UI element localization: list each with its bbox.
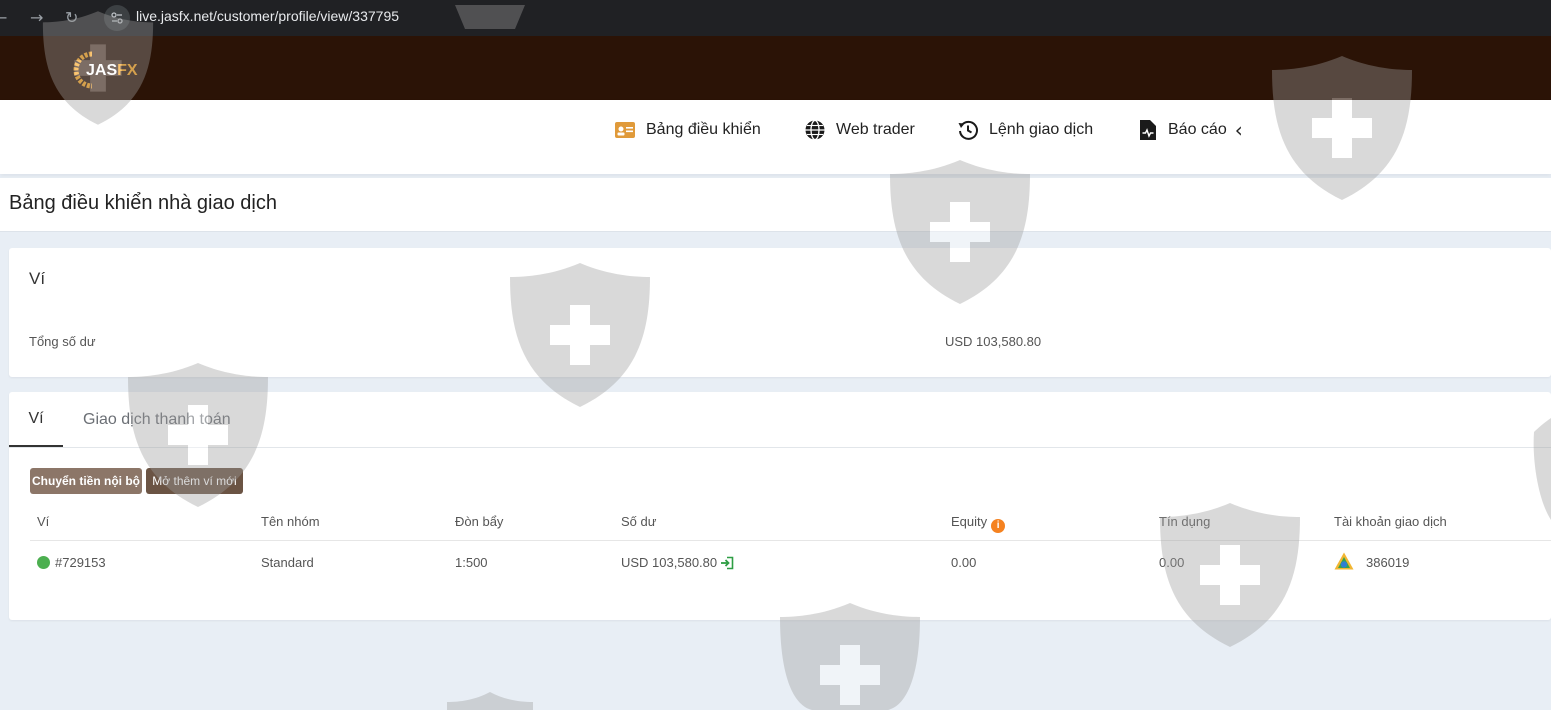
wallet-summary-card	[9, 248, 1551, 377]
internal-transfer-button[interactable]: Chuyển tiền nội bộ	[30, 468, 142, 494]
page-title: Bảng điều khiển nhà giao dịch	[9, 192, 277, 214]
table-header-divider	[30, 540, 1551, 541]
column-header-trading-account[interactable]: Tài khoản giao dịch	[1334, 514, 1447, 529]
table-cell-credit: 0.00	[1159, 555, 1185, 570]
nav-item-label: Báo cáo	[1168, 121, 1227, 138]
nav-item-label: Lệnh giao dịch	[989, 121, 1094, 138]
nav-item-trade-orders[interactable]: Lệnh giao dịch	[957, 118, 1093, 142]
reload-icon[interactable]: ↻	[65, 8, 78, 27]
wallet-card-title: Ví	[29, 269, 46, 288]
tab-divider	[9, 447, 1551, 448]
tab-wallet[interactable]: Ví	[9, 392, 63, 447]
total-balance-value: USD 103,580.80	[945, 334, 1042, 349]
deposit-icon[interactable]	[720, 556, 734, 570]
column-header-leverage[interactable]: Đòn bẩy	[455, 514, 503, 529]
address-bar[interactable]: live.jasfx.net/customer/profile/view/337…	[136, 8, 399, 24]
site-info-icon[interactable]	[104, 5, 130, 31]
table-cell-balance: USD 103,580.80	[621, 555, 718, 570]
table-cell-equity: 0.00	[951, 555, 977, 570]
nav-item-reports[interactable]: Báo cáo ‹	[1138, 118, 1243, 142]
chevron-left-icon[interactable]: ‹	[1235, 118, 1243, 142]
open-new-wallet-button[interactable]: Mở thêm ví mới	[146, 468, 243, 494]
logo-text: JASFX	[86, 62, 138, 79]
id-card-icon	[615, 122, 635, 138]
column-header-group[interactable]: Tên nhóm	[261, 514, 320, 529]
browser-toolbar: ← → ↻ live.jasfx.net/customer/profile/vi…	[0, 0, 1551, 36]
info-icon[interactable]: i	[991, 519, 1006, 533]
total-balance-label: Tổng số dư	[29, 334, 96, 349]
tab-payment-transactions[interactable]: Giao dịch thanh toán	[83, 392, 231, 447]
column-header-equity[interactable]: Equity i	[951, 514, 1006, 533]
back-icon[interactable]: ←	[0, 8, 7, 27]
table-cell-trading-account[interactable]: 386019	[1366, 555, 1409, 570]
nav-item-web-trader[interactable]: Web trader	[804, 118, 915, 142]
nav-item-label: Web trader	[836, 121, 915, 138]
nav-item-dashboard[interactable]: Bảng điều khiển	[614, 118, 761, 142]
column-header-equity-label: Equity	[951, 514, 988, 529]
metatrader-icon[interactable]	[1333, 551, 1355, 573]
table-cell-group: Standard	[261, 555, 314, 570]
top-navbar	[0, 100, 1551, 174]
column-header-credit[interactable]: Tín dụng	[1159, 514, 1210, 529]
forward-icon[interactable]: →	[30, 8, 43, 27]
watermark-shield-icon	[447, 692, 533, 710]
history-icon	[958, 120, 978, 140]
table-cell-wallet-id[interactable]: #729153	[55, 555, 106, 570]
column-header-balance[interactable]: Số dư	[621, 514, 656, 529]
nav-item-label: Bảng điều khiển	[646, 121, 761, 138]
status-active-icon	[37, 556, 50, 569]
site-header	[0, 36, 1551, 100]
column-header-wallet[interactable]: Ví	[37, 514, 49, 529]
globe-icon	[805, 119, 825, 141]
report-icon	[1140, 120, 1156, 140]
wallet-table-card	[9, 392, 1551, 620]
table-cell-leverage: 1:500	[455, 555, 488, 570]
